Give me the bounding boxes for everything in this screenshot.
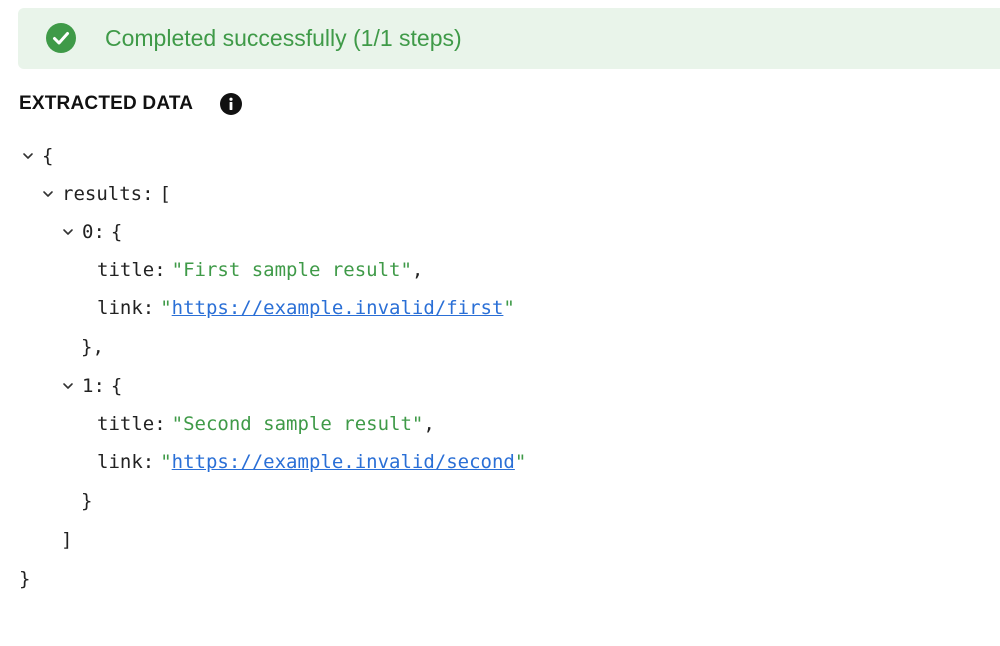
json-colon: : xyxy=(93,375,105,397)
json-brace: { xyxy=(110,221,123,243)
collapse-item-1-toggle[interactable] xyxy=(62,374,74,398)
chevron-down-icon xyxy=(63,383,73,389)
json-quote: " xyxy=(411,413,424,435)
json-item-1-title-row: title: " Second sample result ", xyxy=(97,412,435,436)
json-colon: : xyxy=(154,413,166,435)
result-link[interactable]: https://example.invalid/second xyxy=(172,450,515,474)
json-results-close-row: ] xyxy=(61,528,72,552)
result-link[interactable]: https://example.invalid/first xyxy=(172,296,504,320)
json-key: title xyxy=(97,413,155,435)
json-item-0-title-row: title: " First sample result ", xyxy=(97,258,423,282)
collapse-root-toggle[interactable] xyxy=(22,144,34,168)
chevron-down-icon xyxy=(63,229,73,235)
json-quote: " xyxy=(503,297,515,319)
collapse-item-0-toggle[interactable] xyxy=(62,220,74,244)
json-bracket: ] xyxy=(61,529,73,551)
json-item-1-row: 1:{ xyxy=(62,374,122,398)
json-brace: }, xyxy=(81,336,104,358)
json-item-1-link-row: link: " https://example.invalid/second " xyxy=(97,450,526,474)
chevron-down-icon xyxy=(23,153,33,159)
json-item-1-close-row: } xyxy=(81,489,92,513)
json-index: 0 xyxy=(82,221,94,243)
json-string-value: Second sample result xyxy=(183,413,412,435)
json-index: 1 xyxy=(82,375,94,397)
json-key: title xyxy=(97,259,155,281)
json-quote: " xyxy=(400,259,412,281)
json-item-0-row: 0:{ xyxy=(62,220,122,244)
chevron-down-icon xyxy=(43,191,53,197)
json-string-value: First sample result xyxy=(183,259,401,281)
json-quote: " xyxy=(160,451,172,473)
json-key: results xyxy=(62,183,143,205)
json-root-open-row: { xyxy=(22,144,53,168)
json-comma: , xyxy=(423,413,435,435)
json-colon: : xyxy=(142,451,155,473)
json-colon: : xyxy=(154,259,166,281)
json-colon: : xyxy=(142,297,155,319)
json-brace: { xyxy=(110,375,123,397)
json-results-row: results:[ xyxy=(42,182,171,206)
json-colon: : xyxy=(93,221,105,243)
json-quote: " xyxy=(160,297,172,319)
json-quote: " xyxy=(514,451,527,473)
json-key: link xyxy=(97,451,143,473)
json-bracket: [ xyxy=(159,183,171,205)
json-brace: } xyxy=(81,490,93,512)
json-colon: : xyxy=(142,183,154,205)
json-root-close-row: } xyxy=(19,567,30,591)
json-item-0-link-row: link: " https://example.invalid/first " xyxy=(97,296,515,320)
json-item-0-close-row: }, xyxy=(81,335,104,359)
json-brace: } xyxy=(19,568,31,590)
collapse-results-toggle[interactable] xyxy=(42,182,54,206)
json-key: link xyxy=(97,297,143,319)
json-comma: , xyxy=(411,259,424,281)
json-brace: { xyxy=(42,145,54,167)
json-tree: { results:[ 0:{ title: " First sample resu… xyxy=(0,0,1000,646)
json-quote: " xyxy=(171,259,184,281)
json-quote: " xyxy=(171,413,184,435)
